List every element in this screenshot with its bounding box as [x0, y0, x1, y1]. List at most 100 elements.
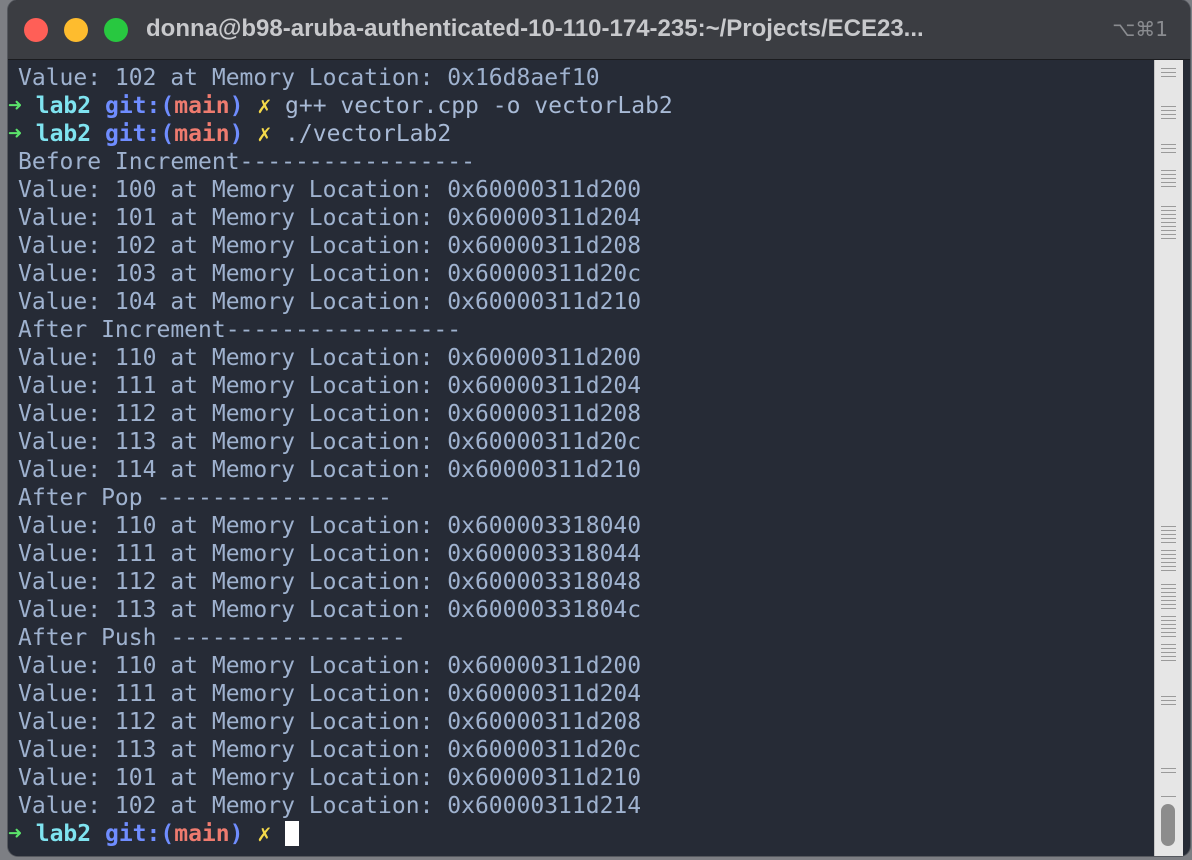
output-line: Value: 100 at Memory Location: 0x6000031…	[18, 177, 642, 203]
scrollbar-marker	[1161, 206, 1176, 207]
scrollbar-marker	[1161, 234, 1176, 235]
prompt-git-branch: main	[174, 821, 230, 847]
output-line: Value: 103 at Memory Location: 0x6000031…	[18, 261, 642, 287]
scrollbar-marker	[1161, 230, 1176, 231]
scrollbar-marker	[1161, 588, 1176, 589]
scrollbar-marker	[1161, 566, 1176, 567]
scrollbar-marker	[1161, 118, 1176, 119]
scrollbar-marker	[1161, 550, 1176, 551]
scrollbar-marker	[1161, 148, 1176, 149]
output-line: Value: 112 at Memory Location: 0x6000031…	[18, 709, 642, 735]
text-cursor	[285, 821, 300, 846]
scrollbar-marker	[1161, 592, 1176, 593]
terminal-window: donna@b98-aruba-authenticated-10-110-174…	[8, 0, 1190, 856]
scrollbar-marker	[1161, 76, 1176, 77]
scrollbar-marker	[1161, 114, 1176, 115]
output-line: Value: 114 at Memory Location: 0x6000031…	[18, 457, 642, 483]
prompt-line: ➜ lab2 git:(main) ✗ g++ vector.cpp -o ve…	[8, 92, 673, 120]
scrollbar-marker	[1161, 620, 1176, 621]
scrollbar-marker	[1161, 584, 1176, 585]
scrollbar-marker	[1161, 600, 1176, 601]
scrollbar-marker	[1161, 632, 1176, 633]
scrollbar-marker	[1161, 526, 1176, 527]
scrollbar-marker	[1161, 660, 1176, 661]
scrollbar-marker	[1161, 652, 1176, 653]
output-line: Value: 112 at Memory Location: 0x6000033…	[18, 569, 642, 595]
scrollbar-marker	[1161, 562, 1176, 563]
close-window-button[interactable]	[24, 18, 48, 42]
scrollbar-marker	[1161, 608, 1176, 609]
scrollbar-marker	[1161, 648, 1176, 649]
output-line: Value: 102 at Memory Location: 0x6000031…	[18, 793, 642, 819]
prompt-git-label: git:(	[104, 821, 175, 847]
scrollbar-marker	[1161, 214, 1176, 215]
scrollbar-marker	[1161, 182, 1176, 183]
output-line: Value: 113 at Memory Location: 0x6000033…	[18, 597, 642, 623]
prompt-arrow-icon: ➜	[8, 93, 22, 119]
command-text: g++ vector.cpp -o vectorLab2	[285, 93, 673, 119]
output-line: Value: 111 at Memory Location: 0x6000031…	[18, 373, 642, 399]
output-line: Value: 101 at Memory Location: 0x6000031…	[18, 205, 642, 231]
scrollbar-marker	[1161, 558, 1176, 559]
terminal-output[interactable]: Value: 102 at Memory Location: 0x16d8aef…	[8, 60, 1162, 856]
title-bar[interactable]: donna@b98-aruba-authenticated-10-110-174…	[8, 0, 1190, 60]
scrollbar-marker	[1161, 570, 1176, 571]
minimize-window-button[interactable]	[64, 18, 88, 42]
prompt-git-label: git:(	[104, 121, 175, 147]
scrollbar-marker	[1161, 218, 1176, 219]
output-line: Value: 102 at Memory Location: 0x6000031…	[18, 233, 642, 259]
output-line: Value: 110 at Memory Location: 0x6000031…	[18, 345, 642, 371]
scrollbar-thumb[interactable]	[1161, 804, 1175, 846]
scrollbar-marker	[1161, 624, 1176, 625]
window-title: donna@b98-aruba-authenticated-10-110-174…	[146, 15, 924, 42]
scrollbar-marker	[1161, 68, 1176, 69]
scrollbar-marker	[1161, 704, 1176, 705]
scrollbar-marker	[1161, 628, 1176, 629]
output-line: Value: 113 at Memory Location: 0x6000031…	[18, 429, 642, 455]
terminal-scrollbar[interactable]	[1154, 60, 1183, 856]
output-line: Value: 104 at Memory Location: 0x6000031…	[18, 289, 642, 315]
tab-shortcut-label: ⌥⌘1	[1112, 17, 1168, 41]
output-line: Value: 111 at Memory Location: 0x6000033…	[18, 541, 642, 567]
prompt-line: ➜ lab2 git:(main) ✗	[8, 820, 673, 848]
scrollbar-marker	[1161, 174, 1176, 175]
prompt-directory: lab2	[35, 93, 92, 119]
prompt-arrow-icon: ➜	[8, 121, 22, 147]
scrollbar-marker	[1161, 656, 1176, 657]
scrollbar-marker	[1161, 178, 1176, 179]
output-line: Before Increment-----------------	[18, 149, 475, 175]
scrollbar-marker	[1161, 554, 1176, 555]
output-line: Value: 101 at Memory Location: 0x6000031…	[18, 765, 642, 791]
scrollbar-marker	[1161, 222, 1176, 223]
scrollbar-marker	[1161, 636, 1176, 637]
scrollbar-marker	[1161, 616, 1176, 617]
prompt-git-label-close: )	[229, 121, 244, 147]
scrollbar-marker	[1161, 152, 1176, 153]
output-line: After Increment-----------------	[18, 317, 462, 343]
prompt-git-branch: main	[174, 121, 230, 147]
scrollbar-marker	[1161, 534, 1176, 535]
output-line: Value: 113 at Memory Location: 0x6000031…	[18, 737, 642, 763]
prompt-dirty-marker: ✗	[257, 93, 272, 119]
prompt-directory: lab2	[35, 121, 92, 147]
scrollbar-marker	[1161, 238, 1176, 239]
prompt-git-label-close: )	[229, 93, 244, 119]
output-line: After Push -----------------	[18, 625, 406, 651]
scrollbar-marker	[1161, 144, 1176, 145]
prompt-git-branch: main	[174, 93, 230, 119]
zoom-window-button[interactable]	[104, 18, 128, 42]
scrollbar-marker	[1161, 796, 1176, 797]
scrollbar-marker	[1161, 170, 1176, 171]
scrollbar-marker	[1161, 768, 1176, 769]
scrollbar-marker	[1161, 538, 1176, 539]
output-line: Value: 110 at Memory Location: 0x6000031…	[18, 653, 642, 679]
scrollbar-marker	[1161, 72, 1176, 73]
scrollbar-marker	[1161, 596, 1176, 597]
scrollbar-marker	[1161, 226, 1176, 227]
output-line: After Pop -----------------	[18, 485, 392, 511]
scrollbar-marker	[1161, 186, 1176, 187]
output-line: Value: 110 at Memory Location: 0x6000033…	[18, 513, 642, 539]
scrollbar-marker	[1161, 530, 1176, 531]
scrollbar-marker	[1161, 210, 1176, 211]
prompt-arrow-icon: ➜	[8, 821, 22, 847]
